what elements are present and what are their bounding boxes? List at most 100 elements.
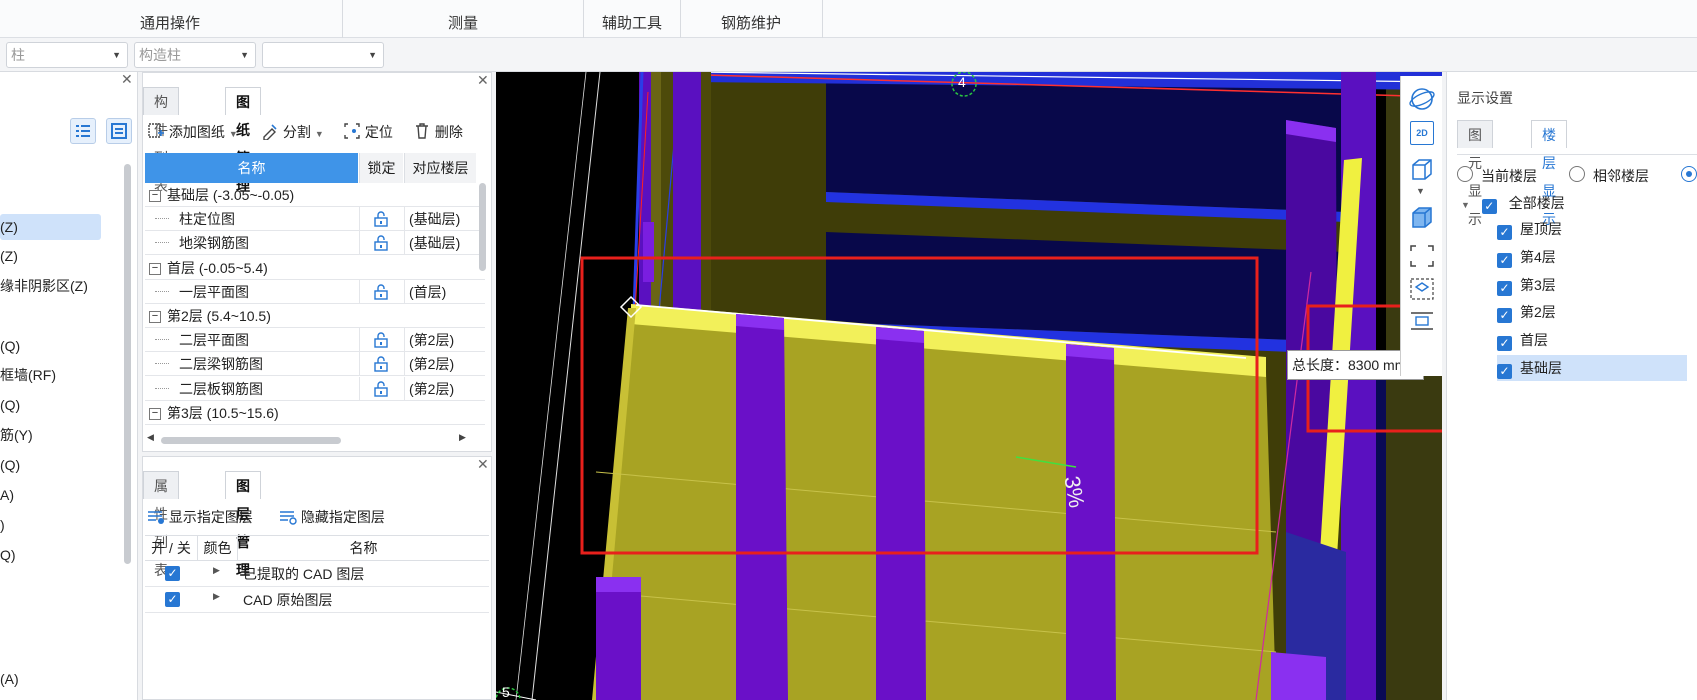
floor-checkbox[interactable]: ✓ [1497,225,1512,240]
drawing-row[interactable]: 柱定位图 (基础层) [145,207,485,232]
expand-icon[interactable]: ▶ [213,591,220,602]
collapse-icon[interactable]: ▼ [1461,200,1470,210]
locate-button[interactable]: 定位 [343,120,393,144]
add-drawing-button[interactable]: 添加图纸 ▼ [147,120,238,144]
collapse-icon[interactable]: − [149,190,161,203]
layer-row[interactable]: ✓ ▶ CAD 原始图层 [145,587,489,613]
tree-item[interactable]: Q) [0,542,16,568]
sub-component-select[interactable]: ▼ [262,42,384,68]
column-header-color[interactable]: 颜色 [197,536,237,560]
tree-item[interactable]: 筋(Y) [0,422,33,448]
checkbox-all-floors[interactable]: ✓ [1481,199,1497,214]
delete-button[interactable]: 删除 [413,120,463,144]
radio-adjacent-floor[interactable] [1569,166,1585,182]
box-icon[interactable] [1408,204,1436,233]
drawing-group-row[interactable]: − 首层 (-0.05~5.4) [145,256,485,280]
tree-item[interactable]: (A) [0,666,19,692]
dropdown-icon[interactable]: ▼ [1416,186,1425,196]
expand-icon[interactable]: ▶ [213,565,220,576]
show-layer-button[interactable]: 显示指定图层 [147,505,253,529]
floor-item[interactable]: ✓ 第3层 [1497,272,1556,298]
close-icon[interactable]: ✕ [477,72,489,89]
drawing-group-row[interactable]: − 第3层 (10.5~15.6) [145,401,485,425]
scroll-left-icon[interactable]: ◀ [147,432,154,443]
ribbon-group-general[interactable]: 通用操作 [0,0,340,38]
drawing-row[interactable]: 二层平面图 (第2层) [145,328,485,353]
column-header-name[interactable]: 名称 [145,153,358,183]
component-select[interactable]: 构造柱 ▼ [134,42,256,68]
lock-icon[interactable] [374,235,388,252]
scroll-thumb[interactable] [161,437,341,444]
floor-checkbox[interactable]: ✓ [1497,280,1512,296]
tab-layer-management[interactable]: 图层管理 [225,471,261,578]
view-2d-icon[interactable]: 2D [1410,121,1434,145]
radio-all-floors[interactable] [1681,166,1697,182]
tab-component-list[interactable]: 构件列表 [143,87,179,194]
scroll-right-icon[interactable]: ▶ [459,432,466,443]
collapse-icon[interactable]: − [149,262,161,275]
floor-item[interactable]: ✓ 第4层 [1497,244,1556,270]
drawing-row[interactable]: 二层板钢筋图 (第2层) [145,376,485,401]
layer-row[interactable]: ✓ ▶ 已提取的 CAD 图层 [145,561,489,587]
tree-item[interactable]: (Z) [0,214,101,240]
column-header-lock[interactable]: 锁定 [359,153,403,183]
detail-view-icon[interactable] [106,118,132,144]
drawing-row[interactable]: 地梁钢筋图 (基础层) [145,231,485,256]
tree-item[interactable]: 缘非阴影区(Z) [0,273,88,299]
layer-toggle-checkbox[interactable]: ✓ [165,566,180,581]
ribbon-group-measure[interactable]: 测量 [343,0,583,38]
close-icon[interactable]: ✕ [121,71,133,88]
floor-checkbox[interactable]: ✓ [1497,252,1512,268]
lock-icon[interactable] [374,284,388,300]
drawing-group-row[interactable]: − 第2层 (5.4~10.5) [145,304,485,328]
3d-model-render[interactable] [496,72,1442,700]
drawing-row[interactable]: 一层平面图 (首层) [145,279,485,304]
drawing-row[interactable]: 二层梁钢筋图 (第2层) [145,352,485,377]
tab-element-display[interactable]: 图元显示 [1457,120,1493,227]
tree-item[interactable]: (Q) [0,392,20,418]
hide-layer-button[interactable]: 隐藏指定图层 [279,505,385,529]
radio-current-floor[interactable] [1457,166,1473,182]
column-header-floor[interactable]: 对应楼层 [404,153,476,183]
scrollbar[interactable] [124,164,131,564]
orbit-icon[interactable] [1408,86,1436,115]
floor-item[interactable]: ✓ 屋顶层 [1497,216,1562,242]
ribbon-group-aux-tools[interactable]: 辅助工具 [584,0,680,38]
column-header-layer-name[interactable]: 名称 [237,536,489,560]
collapse-icon[interactable]: − [149,311,161,324]
tab-drawing-management[interactable]: 图纸管理 [225,87,261,194]
tree-item[interactable]: 框墙(RF) [0,362,56,388]
lock-icon[interactable] [374,332,388,348]
tree-item[interactable]: ) [0,512,5,538]
fit-view-icon[interactable] [1408,243,1436,272]
tab-floor-display[interactable]: 楼层显示 [1531,120,1567,227]
vertical-scrollbar[interactable] [479,183,486,271]
collapse-icon[interactable]: − [149,408,161,421]
tab-property-list[interactable]: 属性列表 [143,471,179,578]
drawing-group-row[interactable]: − 基础层 (-3.05~-0.05) [145,183,485,207]
floor-item[interactable]: ✓ 首层 [1497,327,1548,353]
tree-item[interactable]: (Z) [0,243,18,269]
lock-icon[interactable] [374,211,388,227]
lock-icon[interactable] [374,380,388,397]
floor-item[interactable]: ✓ 第2层 [1497,299,1556,325]
horizontal-scrollbar[interactable]: ◀ ▶ [143,432,483,447]
3d-viewport[interactable]: 4 5 3% [496,72,1442,700]
list-view-icon[interactable] [70,118,96,144]
zoom-box-icon[interactable] [1408,276,1436,305]
column-header-toggle[interactable]: 开 / 关 [145,536,197,560]
floor-checkbox[interactable]: ✓ [1497,308,1512,324]
floor-item[interactable]: ✓ 基础层 [1497,355,1687,381]
close-icon[interactable]: ✕ [477,456,489,473]
layer-toggle-checkbox[interactable]: ✓ [165,592,180,607]
ribbon-group-rebar[interactable]: 钢筋维护 [681,0,821,38]
more-icon[interactable] [1408,310,1436,335]
split-button[interactable]: 分割 ▼ [261,120,324,144]
lock-icon[interactable] [374,356,388,373]
view-3d-icon[interactable] [1408,156,1436,185]
element-type-select[interactable]: 柱 ▼ [6,42,128,68]
tree-item[interactable]: (Q) [0,452,20,478]
floor-checkbox[interactable]: ✓ [1497,364,1512,379]
floor-tree-root[interactable]: ▼ ✓ 全部楼层 [1461,188,1565,218]
tree-item[interactable]: A) [0,482,14,508]
